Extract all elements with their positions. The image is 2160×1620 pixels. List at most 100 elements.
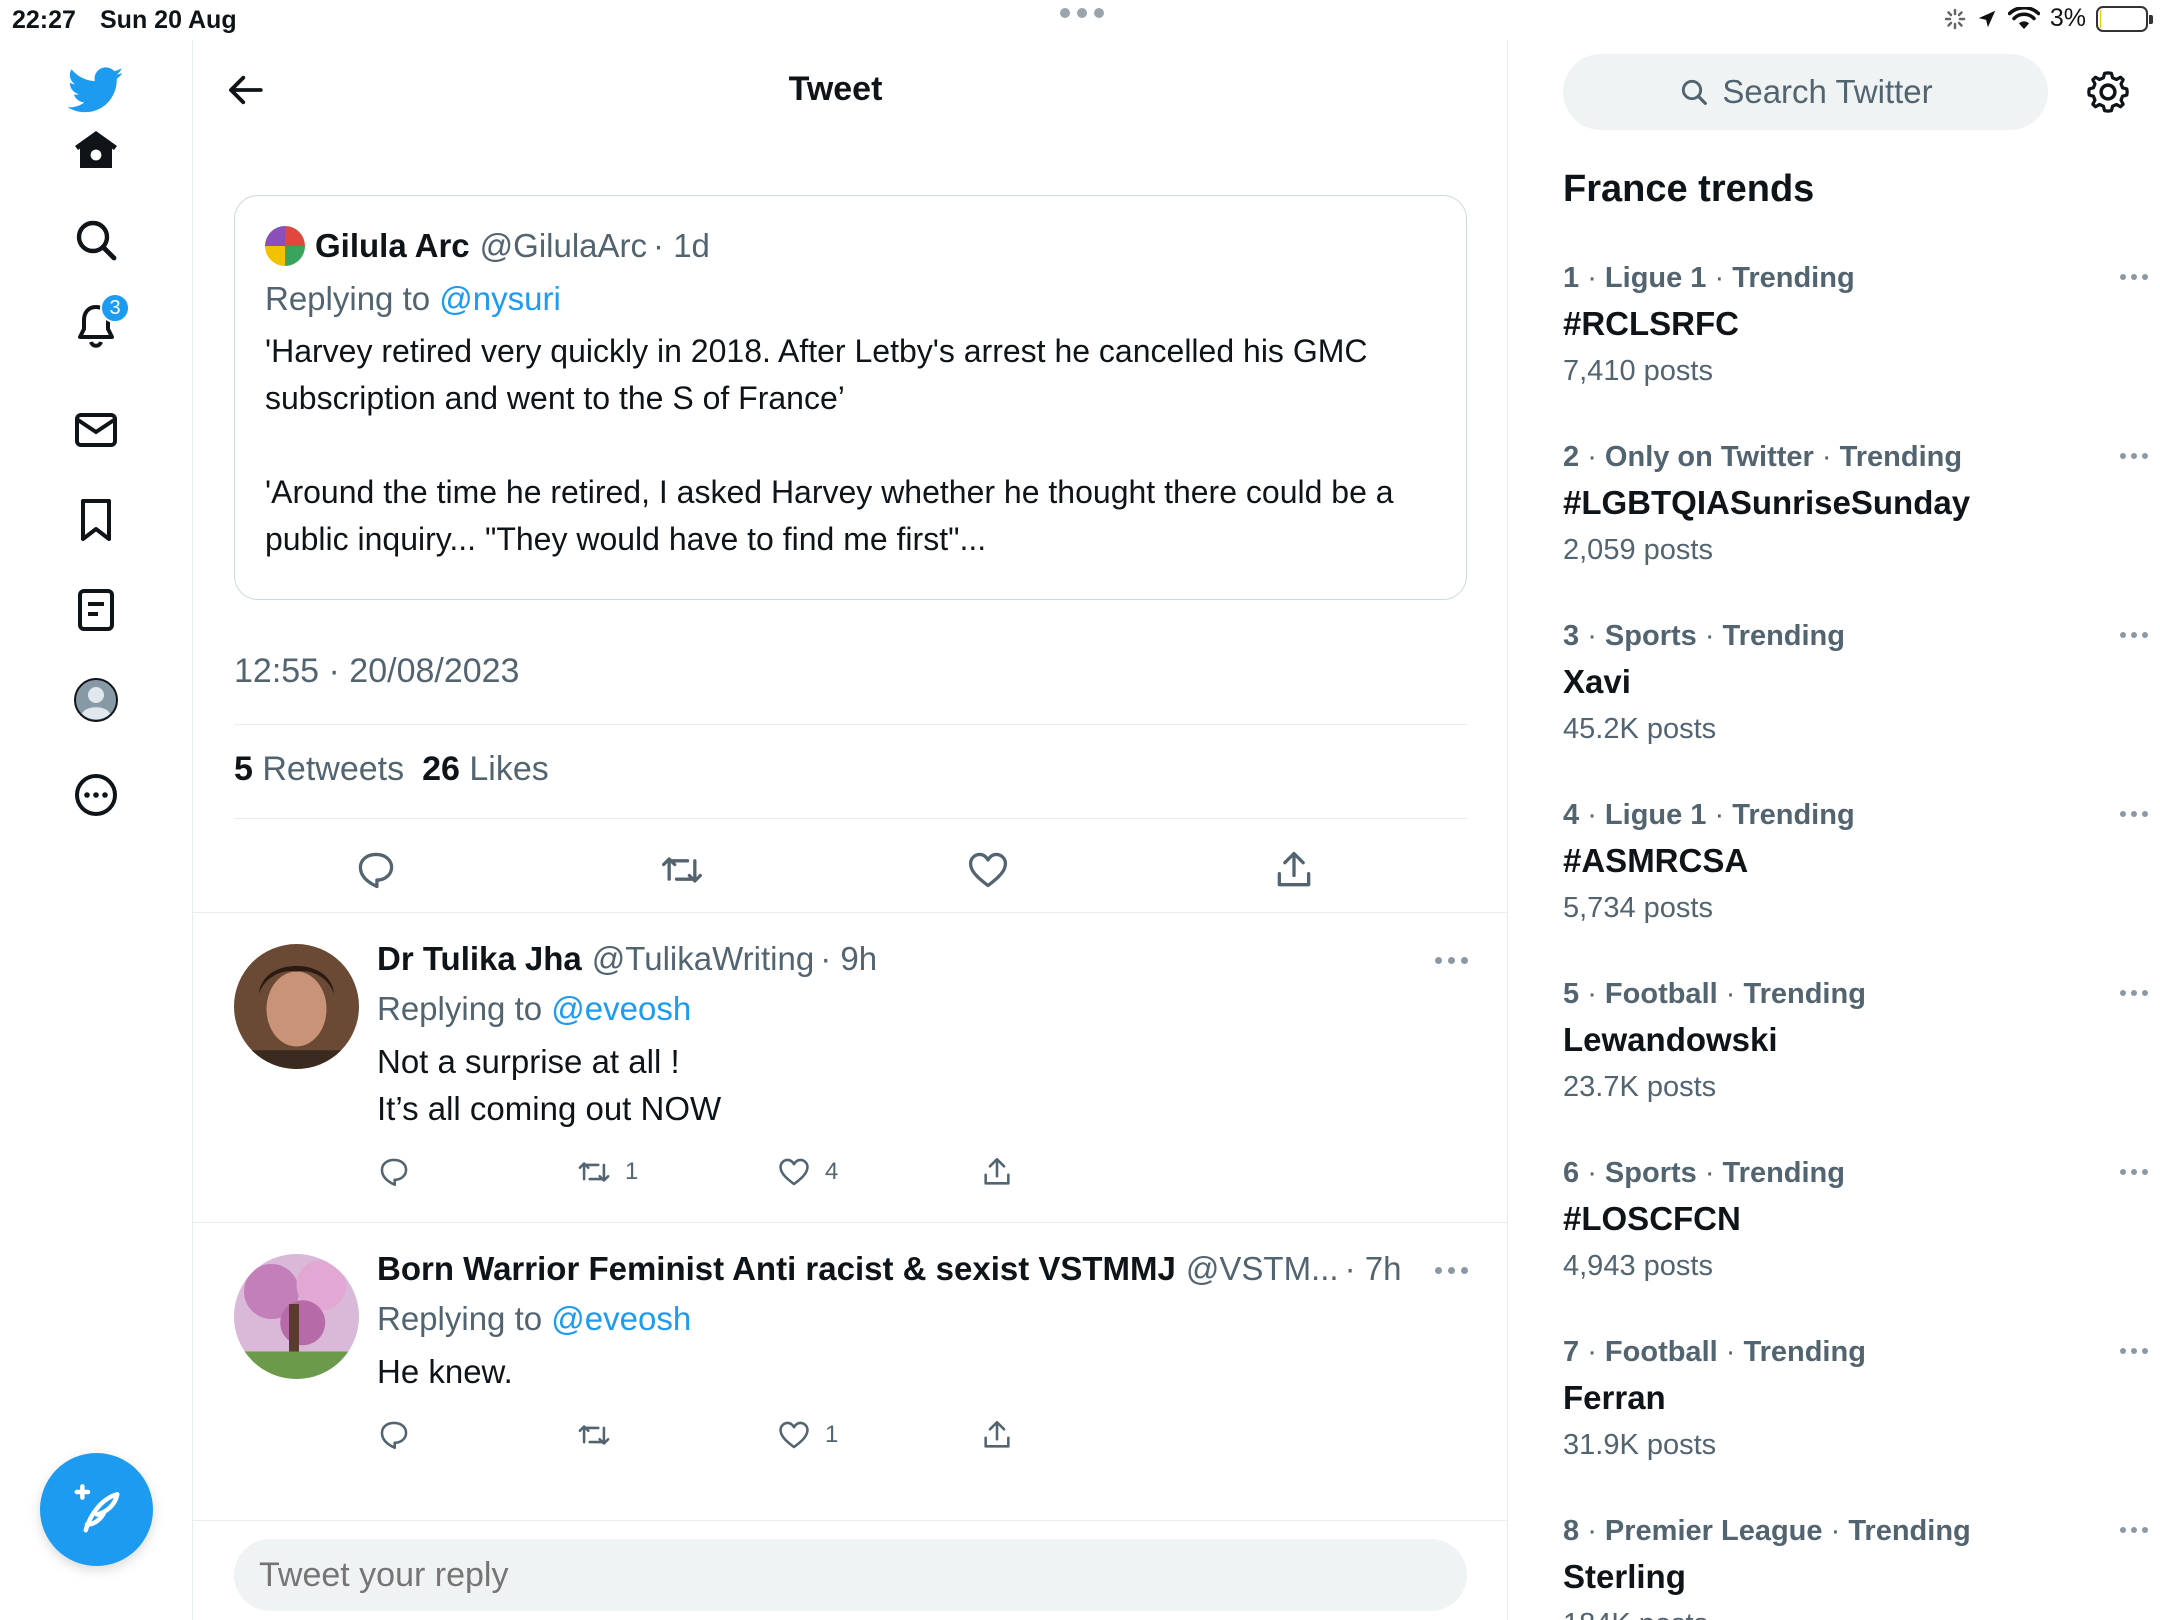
reply-action-bar: 1 xyxy=(377,1418,1077,1468)
reply-share-button[interactable] xyxy=(980,1418,1014,1452)
trend-status: Trending xyxy=(1722,620,1845,652)
trend-name: #LOSCFCN xyxy=(1563,1200,1741,1237)
trend-item[interactable]: 6 · Sports · Trending #LOSCFCN 4,943 pos… xyxy=(1563,1157,2148,1327)
trend-rank: 8 xyxy=(1563,1515,1580,1547)
reply-button[interactable] xyxy=(346,840,406,900)
trend-item[interactable]: 7 · Football · Trending Ferran 31.9K pos… xyxy=(1563,1336,2148,1506)
explore-search-icon[interactable] xyxy=(56,200,136,280)
reply-author-avatar[interactable] xyxy=(234,944,359,1069)
reply-retweet-button[interactable] xyxy=(577,1418,625,1452)
status-indicators: 3% xyxy=(1944,4,2153,33)
reply-tweet[interactable]: Born Warrior Feminist Anti racist & sexi… xyxy=(193,1250,1508,1520)
retweets-stat[interactable]: 5 Retweets xyxy=(234,750,404,789)
trend-item[interactable]: 3 · Sports · Trending Xavi 45.2K posts xyxy=(1563,620,2148,790)
page-title: Tweet xyxy=(788,70,883,108)
retweet-icon xyxy=(662,857,702,883)
share-button[interactable] xyxy=(1264,840,1324,900)
reply-author-handle: @VSTM... xyxy=(1185,1250,1339,1287)
multitasking-dots-icon[interactable] xyxy=(1060,8,1104,18)
trend-item[interactable]: 5 · Football · Trending Lewandowski 23.7… xyxy=(1563,978,2148,1148)
trend-rank: 2 xyxy=(1563,441,1580,473)
reply-tweet[interactable]: Dr Tulika Jha @TulikaWriting · 9h Replyi… xyxy=(193,940,1508,1225)
divider xyxy=(193,912,1508,913)
trend-count: 45.2K posts xyxy=(1563,713,1717,745)
trend-name: Lewandowski xyxy=(1563,1021,1778,1058)
quoted-tweet-card[interactable]: Gilula Arc @GilulaArc · 1d Replying to @… xyxy=(234,195,1467,600)
home-icon[interactable] xyxy=(56,110,136,190)
heart-icon xyxy=(779,1158,809,1186)
trend-status: Trending xyxy=(1732,799,1855,831)
lists-icon[interactable] xyxy=(56,570,136,650)
trend-category: Football xyxy=(1604,1336,1718,1368)
search-twitter-input[interactable]: Search Twitter xyxy=(1563,54,2048,130)
trend-more-icon[interactable] xyxy=(2120,274,2148,280)
search-placeholder: Search Twitter xyxy=(1722,73,1933,110)
quoted-author-handle: @GilulaArc xyxy=(479,227,648,264)
like-button[interactable] xyxy=(958,840,1018,900)
trend-more-icon[interactable] xyxy=(2120,990,2148,996)
trend-name: #RCLSRFC xyxy=(1563,305,1740,342)
trend-more-icon[interactable] xyxy=(2120,632,2148,638)
messages-envelope-icon[interactable] xyxy=(56,390,136,470)
quoted-author-name[interactable]: Gilula Arc xyxy=(315,227,470,265)
reply-more-icon[interactable] xyxy=(1435,940,1468,980)
trend-more-icon[interactable] xyxy=(2120,811,2148,817)
reply-share-button[interactable] xyxy=(980,1155,1014,1189)
trend-item[interactable]: 8 · Premier League · Trending Sterling 1… xyxy=(1563,1515,2148,1620)
trend-item[interactable]: 1 · Ligue 1 · Trending #RCLSRFC 7,410 po… xyxy=(1563,262,2148,432)
reply-bubble-icon xyxy=(380,1421,408,1450)
reply-comment-button[interactable] xyxy=(377,1418,411,1452)
trend-more-icon[interactable] xyxy=(2120,453,2148,459)
reply-author-avatar[interactable] xyxy=(234,1254,359,1379)
profile-avatar-icon[interactable] xyxy=(56,660,136,740)
reply-like-button[interactable]: 4 xyxy=(777,1155,838,1189)
left-navigation: 3 xyxy=(0,40,193,1620)
trend-rank: 6 xyxy=(1563,1157,1580,1189)
compose-tweet-button[interactable] xyxy=(40,1453,153,1566)
tweet-timestamp[interactable]: 12:55 · 20/08/2023 xyxy=(234,652,519,691)
tweet-stats: 5 Retweets 26 Likes xyxy=(234,750,549,789)
like-count: 1 xyxy=(825,1421,839,1448)
trend-more-icon[interactable] xyxy=(2120,1527,2148,1533)
trend-item[interactable]: 4 · Ligue 1 · Trending #ASMRCSA 5,734 po… xyxy=(1563,799,2148,969)
trend-count: 2,059 posts xyxy=(1563,534,1713,566)
reply-comment-button[interactable] xyxy=(377,1155,411,1189)
retweet-button[interactable] xyxy=(652,840,712,900)
tweet-reply-input[interactable] xyxy=(234,1539,1467,1611)
reply-time: · 7h xyxy=(1344,1250,1402,1287)
more-options-icon[interactable] xyxy=(56,755,136,835)
likes-stat[interactable]: 26 Likes xyxy=(422,750,549,789)
retweet-icon xyxy=(578,1162,610,1182)
quoted-author-avatar[interactable] xyxy=(265,226,305,266)
quoted-tweet-time: · 1d xyxy=(653,227,710,264)
bookmarks-icon[interactable] xyxy=(56,480,136,560)
replying-to-link[interactable]: @eveosh xyxy=(551,990,691,1027)
reply-author-name[interactable]: Dr Tulika Jha xyxy=(377,940,582,978)
trend-count: 23.7K posts xyxy=(1563,1071,1717,1103)
quoted-tweet-text: 'Harvey retired very quickly in 2018. Af… xyxy=(265,333,1394,557)
trend-count: 7,410 posts xyxy=(1563,355,1713,387)
divider xyxy=(234,724,1467,725)
trend-count: 5,734 posts xyxy=(1563,892,1713,924)
heart-icon xyxy=(968,852,1008,888)
notifications-bell-icon[interactable]: 3 xyxy=(56,285,136,365)
trend-status: Trending xyxy=(1743,1336,1866,1368)
trend-item[interactable]: 2 · Only on Twitter · Trending #LGBTQIAS… xyxy=(1563,441,2148,611)
likes-count: 26 xyxy=(422,750,460,788)
reply-author-name[interactable]: Born Warrior Feminist Anti racist & sexi… xyxy=(377,1250,1176,1288)
trend-name: #ASMRCSA xyxy=(1563,842,1749,879)
reply-action-bar: 1 4 xyxy=(377,1155,1077,1205)
trend-count: 4,943 posts xyxy=(1563,1250,1713,1282)
replying-to-link[interactable]: @eveosh xyxy=(551,1300,691,1337)
replying-to-link[interactable]: @nysuri xyxy=(439,280,561,317)
reply-more-icon[interactable] xyxy=(1435,1250,1468,1290)
trend-more-icon[interactable] xyxy=(2120,1348,2148,1354)
reply-like-button[interactable]: 1 xyxy=(777,1418,838,1452)
reply-retweet-button[interactable]: 1 xyxy=(577,1155,638,1189)
retweet-icon xyxy=(578,1425,610,1445)
reply-text: He knew. xyxy=(377,1353,513,1390)
trend-more-icon[interactable] xyxy=(2120,1169,2148,1175)
trend-status: Trending xyxy=(1839,441,1963,473)
settings-button[interactable] xyxy=(2078,62,2138,122)
tweet-action-bar xyxy=(234,840,1467,910)
